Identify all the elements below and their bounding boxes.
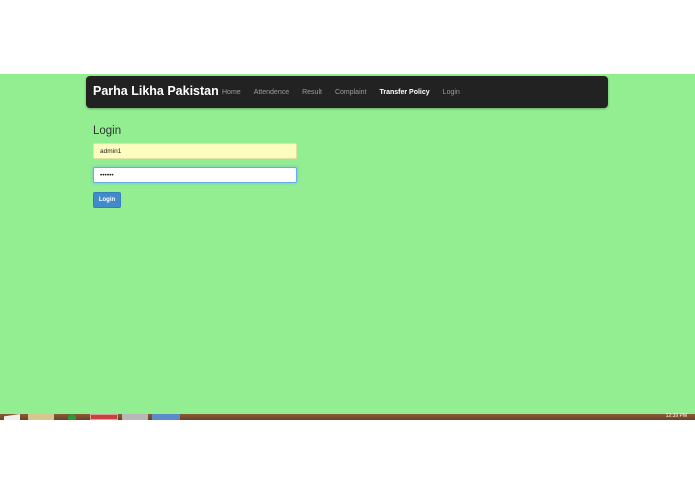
nav-link-complaint[interactable]: Complaint	[335, 89, 367, 96]
nav-link-result[interactable]: Result	[302, 89, 322, 96]
nav-link-home[interactable]: Home	[222, 89, 241, 96]
nav-link-attendence[interactable]: Attendence	[254, 89, 289, 96]
top-blank-area	[0, 0, 695, 74]
bottom-blank-area	[0, 420, 695, 494]
navbar: Parha Likha Pakistan Home Attendence Res…	[86, 76, 608, 108]
page-body: Parha Likha Pakistan Home Attendence Res…	[0, 74, 695, 414]
login-heading: Login	[93, 125, 122, 137]
login-button[interactable]: Login	[93, 192, 121, 208]
nav-links: Home Attendence Result Complaint Transfe…	[222, 76, 473, 108]
navbar-brand[interactable]: Parha Likha Pakistan	[93, 84, 219, 98]
password-input[interactable]	[93, 167, 297, 183]
taskbar-clock[interactable]: 12:39 PM	[666, 413, 687, 419]
username-input[interactable]	[93, 143, 297, 159]
nav-link-login[interactable]: Login	[443, 89, 460, 96]
nav-link-transfer-policy[interactable]: Transfer Policy	[379, 89, 429, 96]
